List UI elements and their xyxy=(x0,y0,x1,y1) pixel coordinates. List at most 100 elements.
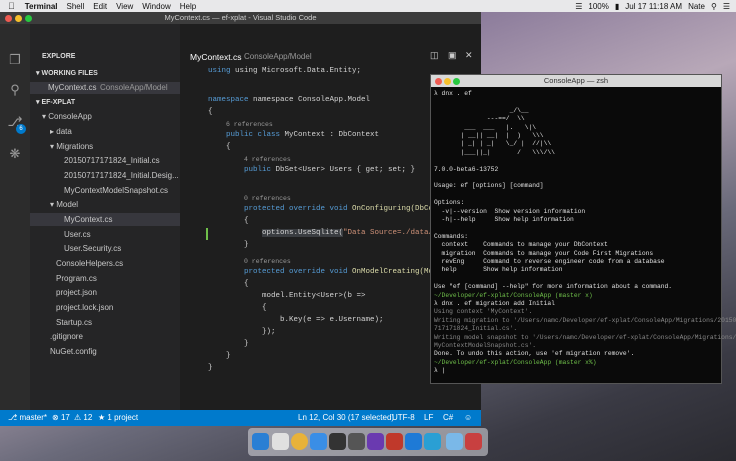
window-title: MyContext.cs — ef-xplat - Visual Studio … xyxy=(164,13,317,22)
tree-file-nuget[interactable]: NuGet.config xyxy=(50,347,97,356)
terminal-line: λ | xyxy=(434,367,446,375)
tree-folder-model[interactable]: ▾ Model xyxy=(50,200,78,209)
code-text: namespace ConsoleApp.Model xyxy=(253,96,371,104)
code-line: { xyxy=(226,143,231,151)
menu-shell[interactable]: Shell xyxy=(67,2,85,11)
codelens-references[interactable]: 0 references xyxy=(244,195,291,202)
vscode-app-icon[interactable] xyxy=(405,433,422,450)
project-heading[interactable]: ▾ EF-XPLAT xyxy=(36,98,75,106)
minimize-window-button[interactable] xyxy=(444,78,451,85)
tree-folder-migrations[interactable]: ▾ Migrations xyxy=(50,142,93,151)
code-line: { xyxy=(262,304,267,312)
tree-file-gitignore[interactable]: .gitignore xyxy=(50,332,83,341)
tree-file-projectlock[interactable]: project.lock.json xyxy=(56,303,113,312)
code-keyword: public class xyxy=(226,131,281,139)
app-icon[interactable] xyxy=(465,433,482,450)
project-status[interactable]: ★ 1 project xyxy=(98,413,138,422)
terminal-line: _/\__ xyxy=(434,106,529,114)
tree-file-startup[interactable]: Startup.cs xyxy=(56,318,92,327)
close-window-button[interactable] xyxy=(435,78,442,85)
menu-help[interactable]: Help xyxy=(180,2,196,11)
code-line: b.Key(e => e.Username); xyxy=(280,316,384,324)
files-icon[interactable]: ❐ xyxy=(7,52,23,68)
menu-app-name[interactable]: Terminal xyxy=(25,2,58,11)
tree-folder-data[interactable]: ▸ data xyxy=(50,127,72,136)
debug-icon[interactable]: ❋ xyxy=(7,146,23,162)
tree-file-projectjson[interactable]: project.json xyxy=(56,288,97,297)
terminal-line: -v|--version Show version information xyxy=(434,207,586,215)
working-file-row[interactable]: MyContext.cs ConsoleApp/Model xyxy=(30,82,180,94)
terminal-line: ___ ___ |. \|\ xyxy=(434,123,537,131)
battery-icon[interactable]: ▮ xyxy=(615,2,619,11)
safari-icon[interactable] xyxy=(310,433,327,450)
launchpad-icon[interactable] xyxy=(272,433,289,450)
code-line: model.Entity<User>(b => xyxy=(262,292,366,300)
warning-count: 12 xyxy=(83,413,93,422)
tree-file-mycontext-row[interactable]: MyContext.cs xyxy=(30,213,180,226)
chrome-icon[interactable] xyxy=(291,433,308,450)
tree-file-mig3[interactable]: MyContextModelSnapshot.cs xyxy=(64,186,168,195)
explore-heading: EXPLORE xyxy=(42,53,76,60)
close-editor-icon[interactable]: ✕ xyxy=(465,50,473,61)
errors-status[interactable]: ⊗ 17 xyxy=(52,413,70,422)
user-name[interactable]: Nate xyxy=(688,2,705,11)
explorer-sidebar: EXPLORE ▾ WORKING FILES MyContext.cs Con… xyxy=(30,24,180,410)
app-icon[interactable] xyxy=(367,433,384,450)
terminal-line: help Show help information xyxy=(434,266,563,274)
codelens-references[interactable]: 4 references xyxy=(244,156,291,163)
feedback-icon[interactable]: ☺ xyxy=(464,413,472,422)
menu-view[interactable]: View xyxy=(116,2,133,11)
cursor-position[interactable]: Ln 12, Col 30 (17 selected) xyxy=(298,413,394,422)
search-icon[interactable]: ⚲ xyxy=(7,82,23,98)
tree-file-usersecurity[interactable]: User.Security.cs xyxy=(64,244,121,253)
code-line: } xyxy=(208,364,213,372)
status-bar: ⎇ master* ⊗ 17 ⚠ 12 ★ 1 project Ln 12, C… xyxy=(0,410,481,426)
editor-tab-title[interactable]: MyContext.cs xyxy=(190,52,242,62)
search-icon[interactable]: ⚲ xyxy=(711,2,717,11)
clock[interactable]: Jul 17 11:18 AM xyxy=(625,2,682,11)
language-status[interactable]: C# xyxy=(443,413,453,422)
app-icon[interactable] xyxy=(348,433,365,450)
app-icon[interactable] xyxy=(424,433,441,450)
code-line: public class MyContext : DbContext xyxy=(226,131,379,139)
terminal-line: context Commands to manage your DbContex… xyxy=(434,241,608,249)
code-text: OnConfiguring(DbCont xyxy=(352,205,443,213)
code-line: } xyxy=(244,241,249,249)
eol-status[interactable]: LF xyxy=(424,413,433,422)
zoom-window-button[interactable] xyxy=(453,78,460,85)
tree-file-consolehelpers[interactable]: ConsoleHelpers.cs xyxy=(56,259,123,268)
terminal-window[interactable]: ConsoleApp — zsh λ dnx . ef _/\__ ---==/… xyxy=(430,74,736,384)
tree-folder-consoleapp[interactable]: ▾ ConsoleApp xyxy=(42,112,92,121)
terminal-line: revEng Command to reverse engineer code … xyxy=(434,258,665,265)
menu-edit[interactable]: Edit xyxy=(93,2,107,11)
code-text: using Microsoft.Data.Entity; xyxy=(235,67,362,75)
terminal-app-icon[interactable] xyxy=(329,433,346,450)
notification-center-icon[interactable]: ☰ xyxy=(723,2,730,11)
tree-file-mig2[interactable]: 20150717171824_Initial.Desig... xyxy=(64,171,179,180)
downloads-folder-icon[interactable] xyxy=(446,433,463,450)
warnings-status[interactable]: ⚠ 12 xyxy=(74,413,92,422)
minimize-window-button[interactable] xyxy=(15,15,22,22)
terminal-line: Using context 'MyContext'. xyxy=(434,308,533,316)
git-branch-status[interactable]: ⎇ master* xyxy=(8,413,47,422)
encoding-status[interactable]: UTF-8 xyxy=(392,413,415,422)
tree-file-program[interactable]: Program.cs xyxy=(56,274,97,283)
codelens-references[interactable]: 0 references xyxy=(244,258,291,265)
terminal-line: Writing model snapshot to '/Users/namc/D… xyxy=(434,333,736,341)
apple-icon[interactable]:  xyxy=(8,1,15,11)
close-window-button[interactable] xyxy=(5,15,12,22)
terminal-line: Use "ef [command] --help" for more infor… xyxy=(434,283,673,291)
wifi-icon[interactable]: ☰ xyxy=(575,2,582,11)
app-icon[interactable] xyxy=(386,433,403,450)
tree-file-user[interactable]: User.cs xyxy=(64,230,91,239)
working-files-heading[interactable]: ▾ WORKING FILES xyxy=(36,69,98,77)
menu-window[interactable]: Window xyxy=(142,2,170,11)
codelens-references[interactable]: 6 references xyxy=(226,121,273,128)
open-preview-icon[interactable]: ▣ xyxy=(448,50,457,61)
tree-label: Model xyxy=(56,200,79,209)
zoom-window-button[interactable] xyxy=(25,15,32,22)
split-editor-icon[interactable]: ◫ xyxy=(430,50,439,61)
terminal-line: Done. To undo this action, use 'ef migra… xyxy=(434,350,635,358)
tree-file-mig1[interactable]: 20150717171824_Initial.cs xyxy=(64,156,160,165)
finder-icon[interactable] xyxy=(252,433,269,450)
